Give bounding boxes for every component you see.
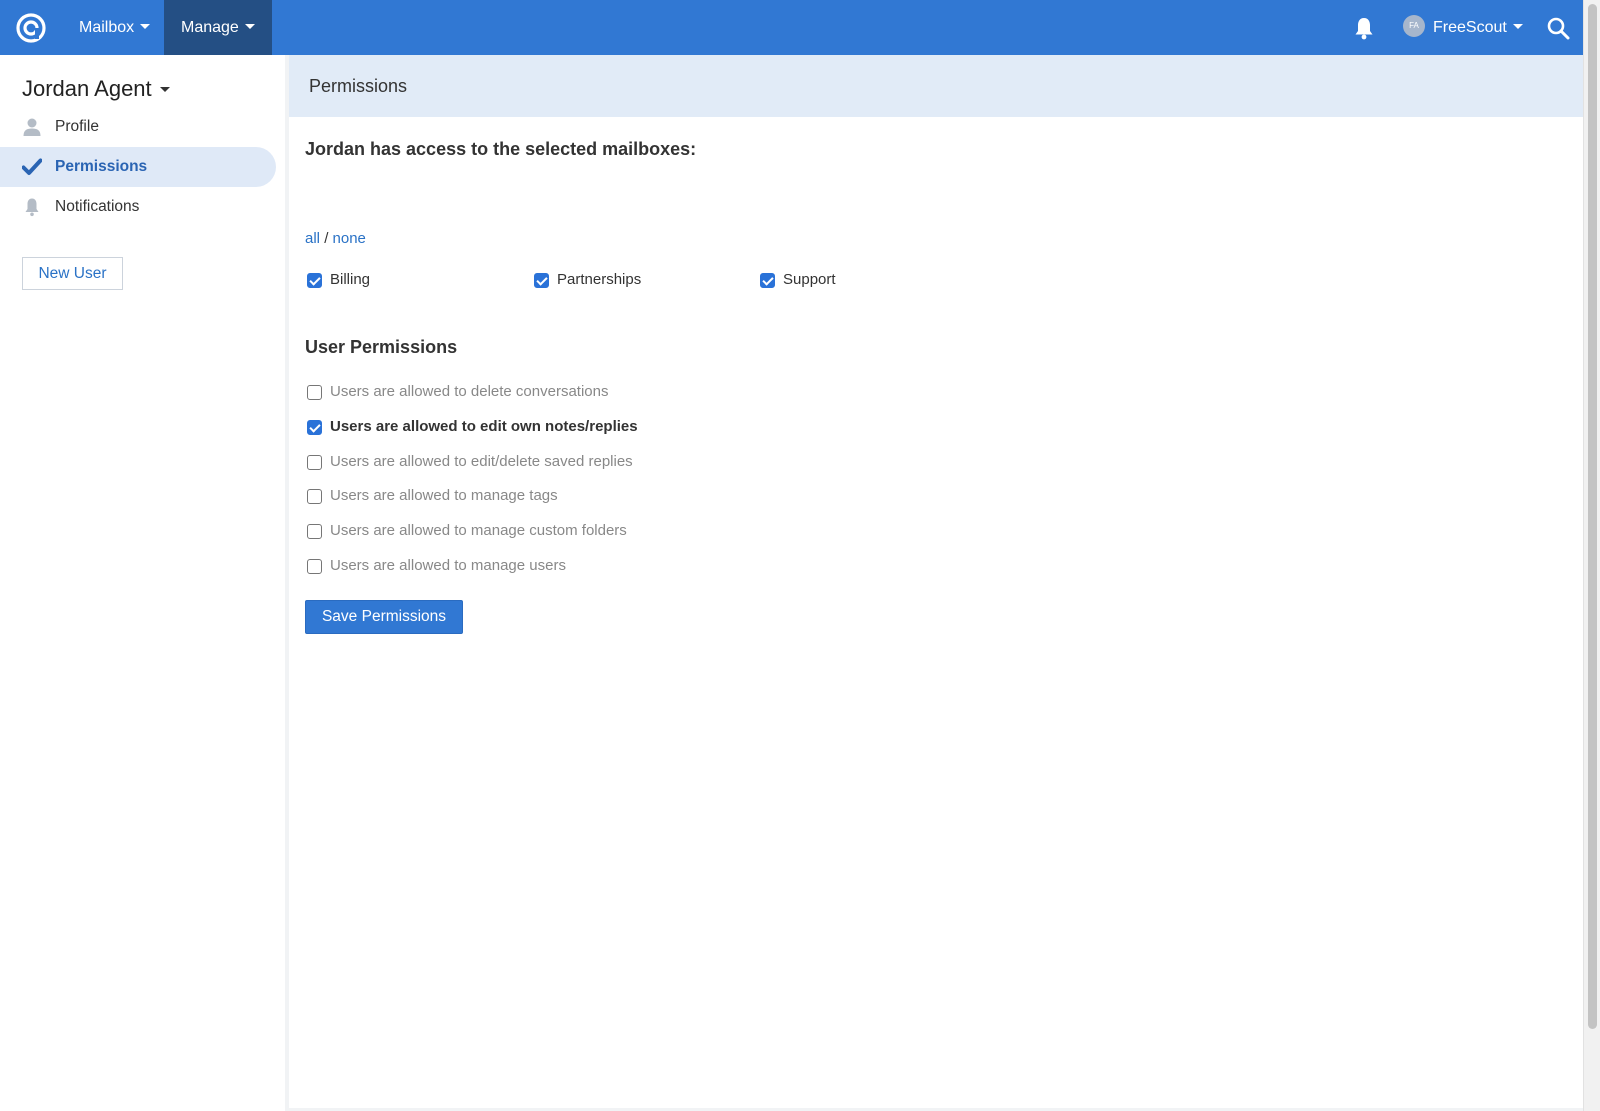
sidebar-user-title[interactable]: Jordan Agent	[22, 76, 170, 102]
sidebar-item-label: Profile	[55, 118, 99, 135]
mailbox-label: Partnerships	[557, 271, 642, 288]
bell-icon	[25, 198, 39, 217]
select-none-link[interactable]: none	[333, 230, 366, 247]
select-links-separator: /	[324, 230, 329, 247]
chevron-down-icon	[140, 24, 151, 30]
search-icon[interactable]	[1546, 16, 1570, 40]
select-links: all / none	[305, 230, 366, 247]
avatar: FA	[1403, 14, 1425, 37]
freescout-logo-icon[interactable]	[15, 12, 47, 44]
sidebar-title-label: Jordan Agent	[22, 76, 152, 101]
user-icon	[23, 118, 41, 136]
top-navbar: Mailbox Manage FA FreeScout	[0, 0, 1583, 55]
sidebar-item-profile[interactable]: Profile	[0, 107, 276, 147]
mailbox-support-checkbox[interactable]	[760, 273, 775, 288]
sidebar: Jordan Agent Profile Permissions Notific…	[0, 55, 285, 1111]
permission-manage-custom-folders-checkbox[interactable]	[307, 524, 322, 539]
checkmark-icon	[22, 158, 42, 175]
chevron-down-icon	[244, 24, 255, 30]
new-user-button[interactable]: New User	[22, 257, 123, 290]
permission-edit-own-notes-checkbox[interactable]	[307, 420, 322, 435]
notifications-bell-icon[interactable]	[1353, 16, 1375, 40]
scrollbar-thumb[interactable]	[1588, 4, 1597, 1029]
select-all-link[interactable]: all	[305, 230, 320, 247]
permission-delete-conversations-checkbox[interactable]	[307, 385, 322, 400]
save-permissions-button[interactable]: Save Permissions	[305, 600, 463, 634]
permission-label: Users are allowed to edit/delete saved r…	[330, 453, 633, 470]
permission-label: Users are allowed to manage custom folde…	[330, 522, 627, 539]
user-permissions-heading: User Permissions	[305, 337, 458, 357]
nav-manage-label: Manage	[181, 19, 239, 36]
mailbox-billing-checkbox[interactable]	[307, 273, 322, 288]
permission-label: Users are allowed to delete conversation…	[330, 383, 609, 400]
mailbox-partnerships-checkbox[interactable]	[534, 273, 549, 288]
permission-edit-saved-replies-checkbox[interactable]	[307, 455, 322, 470]
mailboxes-heading: Jordan has access to the selected mailbo…	[305, 139, 697, 159]
chevron-down-icon	[159, 86, 170, 92]
permission-manage-users-checkbox[interactable]	[307, 559, 322, 574]
sidebar-item-notifications[interactable]: Notifications	[0, 187, 276, 227]
permission-manage-tags-checkbox[interactable]	[307, 489, 322, 504]
page-title: Permissions	[289, 55, 1583, 117]
permission-label: Users are allowed to manage users	[330, 557, 566, 574]
page-scrollbar[interactable]	[1583, 0, 1600, 1111]
main-panel: Permissions Jordan has access to the sel…	[289, 55, 1583, 1108]
nav-mailbox-label: Mailbox	[79, 19, 135, 36]
mailbox-label: Support	[783, 271, 836, 288]
permission-label: Users are allowed to manage tags	[330, 487, 558, 504]
mailbox-label: Billing	[330, 271, 371, 288]
permission-label: Users are allowed to edit own notes/repl…	[330, 418, 638, 435]
user-menu[interactable]: FA FreeScout	[1403, 0, 1523, 55]
sidebar-item-label: Notifications	[55, 198, 140, 215]
chevron-down-icon	[1512, 24, 1523, 30]
user-name: FreeScout	[1433, 19, 1507, 36]
nav-mailbox-menu[interactable]: Mailbox	[62, 0, 167, 55]
sidebar-item-permissions[interactable]: Permissions	[0, 147, 276, 187]
nav-manage-menu[interactable]: Manage	[164, 0, 272, 55]
sidebar-item-label: Permissions	[55, 158, 148, 175]
